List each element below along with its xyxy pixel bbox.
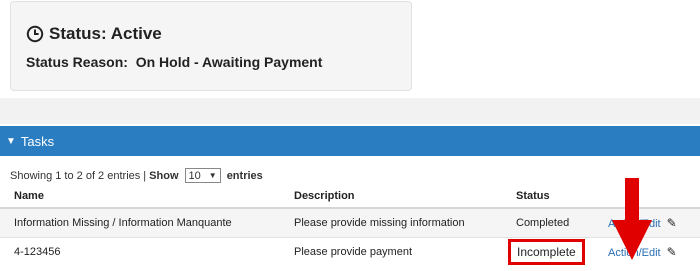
status-reason-value: On Hold - Awaiting Payment (135, 54, 323, 70)
task-description: Please provide payment (280, 237, 502, 266)
task-status: Incomplete (502, 237, 594, 266)
task-description: Please provide missing information (280, 208, 502, 238)
showing-text: Showing 1 to 2 of 2 entries | (10, 169, 147, 182)
pencil-icon[interactable]: ✎ (667, 216, 677, 230)
red-down-arrow (612, 178, 652, 260)
page-size-value: 10 (188, 169, 201, 182)
table-row: Information Missing / Information Manqua… (0, 208, 700, 238)
tasks-table: Name Description Status Information Miss… (0, 184, 700, 266)
table-row: 4-123456 Please provide payment Incomple… (0, 237, 700, 266)
table-header-row: Name Description Status (0, 184, 700, 209)
clock-icon (26, 25, 44, 43)
status-reason-label: Status Reason: (26, 54, 128, 70)
task-status: Completed (502, 208, 594, 238)
status-card: Status: Active Status Reason: On Hold - … (10, 1, 412, 91)
caret-down-icon[interactable]: ▼ (6, 136, 16, 147)
column-header-status[interactable]: Status (502, 184, 594, 209)
tasks-header-label: Tasks (20, 133, 55, 149)
pencil-icon[interactable]: ✎ (667, 245, 677, 259)
chevron-down-icon: ▼ (208, 171, 217, 180)
section-divider-band (0, 98, 700, 124)
task-name: 4-123456 (0, 237, 280, 266)
page-size-select[interactable]: 10 ▼ (184, 168, 221, 183)
status-title: Status: Active (49, 24, 162, 43)
task-name: Information Missing / Information Manqua… (0, 208, 280, 238)
entries-info: Showing 1 to 2 of 2 entries | Show 10 ▼ … (10, 168, 266, 183)
status-reason: Status Reason: On Hold - Awaiting Paymen… (26, 54, 322, 70)
show-label: Show (149, 169, 179, 182)
incomplete-status-highlight: Incomplete (508, 238, 585, 265)
entries-label: entries (226, 169, 263, 182)
tasks-panel-header[interactable]: ▼ Tasks (0, 126, 700, 156)
column-header-name[interactable]: Name (0, 184, 280, 209)
status-title-row: Status: Active (26, 24, 162, 44)
column-header-description[interactable]: Description (280, 184, 502, 209)
